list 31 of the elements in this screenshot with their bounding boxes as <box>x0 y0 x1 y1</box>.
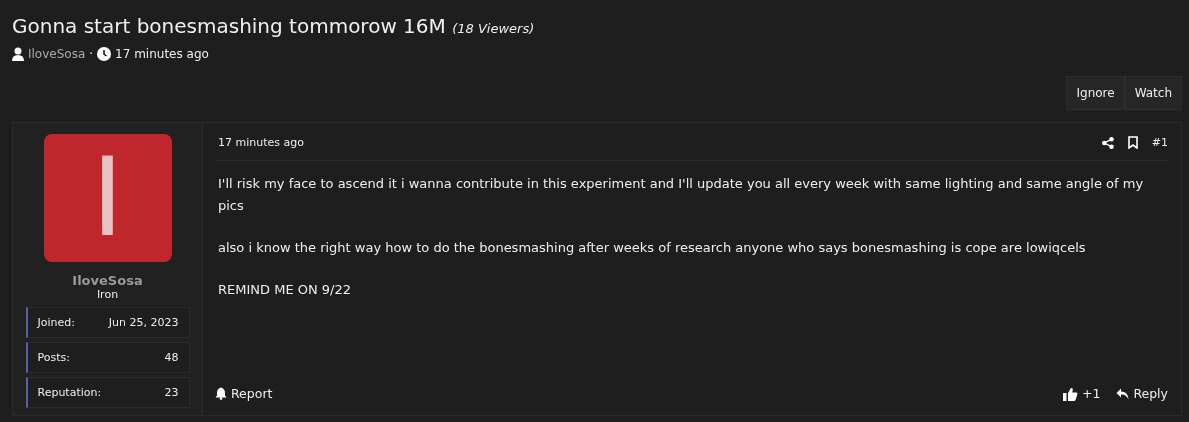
stat-label: Posts: <box>37 351 70 364</box>
stat-value: 23 <box>164 386 179 399</box>
separator: · <box>89 47 94 61</box>
post-number[interactable]: #1 <box>1151 136 1168 149</box>
user-icon <box>12 47 24 61</box>
post-time: 17 minutes ago <box>218 136 304 149</box>
reply-link[interactable]: Reply <box>1116 386 1168 401</box>
report-link[interactable]: Report <box>215 386 273 401</box>
post-paragraph: REMIND ME ON 9/22 <box>218 281 352 299</box>
thread-title: Gonna start bonesmashing tommorow 16M <box>12 14 446 38</box>
like-button[interactable]: +1 <box>1062 386 1101 401</box>
share-icon[interactable] <box>1101 136 1114 149</box>
bell-icon <box>215 387 227 400</box>
stat-label: Reputation: <box>37 386 102 399</box>
bookmark-icon[interactable] <box>1127 136 1138 149</box>
stat-value: 48 <box>164 351 179 364</box>
thread-time: 17 minutes ago <box>115 47 209 61</box>
thumbs-up-icon <box>1062 386 1078 401</box>
user-rank: Iron <box>96 288 119 301</box>
post-paragraph: also i know the right way how to do the bonesmashing after weeks of research anyone who says bonesmashing is cope are lowiqcels <box>218 239 1087 257</box>
author-link[interactable]: IloveSosa <box>28 47 86 61</box>
username[interactable]: IloveSosa <box>72 273 143 288</box>
stat-value: Jun 25, 2023 <box>108 316 179 329</box>
stat-label: Joined: <box>37 316 75 329</box>
avatar: I <box>43 134 172 262</box>
post-paragraph: I'll risk my face to ascend it i wanna contribute in this experiment and I'll update you all every week with same lighting and same angle of my pics <box>218 175 1145 215</box>
action-button[interactable]: Ignore <box>1066 76 1125 110</box>
viewer-count: (18 Viewers) <box>452 21 535 36</box>
reply-icon <box>1116 387 1130 400</box>
action-button[interactable]: Watch <box>1124 76 1182 110</box>
clock-icon <box>97 47 112 61</box>
